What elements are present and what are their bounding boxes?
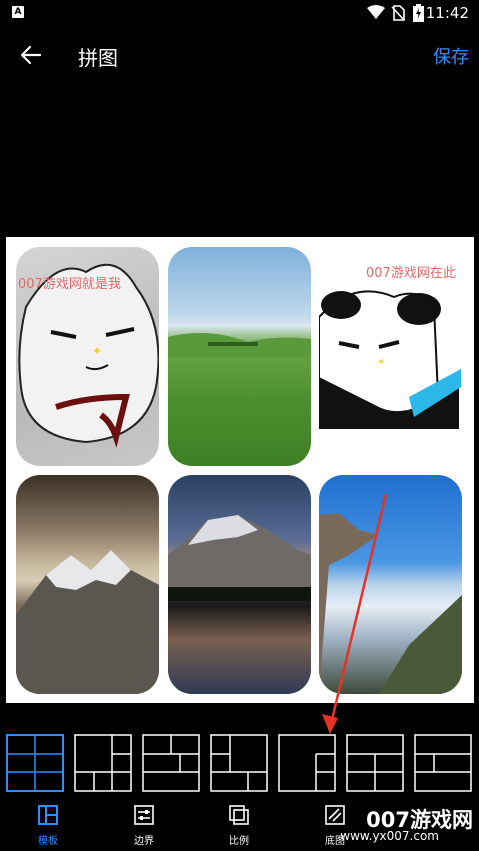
snowy-mountain-image	[16, 550, 159, 694]
nav-label-template: 模板	[38, 836, 58, 847]
annotation-arrow-icon	[322, 493, 388, 734]
template-icon	[38, 805, 58, 825]
svg-text:✦: ✦	[377, 357, 385, 368]
template-option-3[interactable]	[142, 734, 200, 792]
border-icon	[134, 805, 154, 825]
ratio-icon	[229, 805, 249, 825]
save-button[interactable]: 保存	[433, 43, 469, 69]
wifi-icon	[367, 5, 385, 19]
watermark-left: 007游戏网就是我	[18, 277, 121, 292]
nav-item-background[interactable]: 底图	[303, 800, 367, 851]
nav-label-ratio: 比例	[229, 836, 249, 847]
watermark-right: 007游戏网在此	[366, 266, 456, 281]
arrow-left-icon[interactable]	[18, 42, 44, 68]
template-option-1[interactable]	[6, 734, 64, 792]
no-sim-icon	[391, 5, 405, 21]
template-option-5[interactable]	[278, 734, 336, 792]
template-option-7[interactable]	[414, 734, 472, 792]
collage-cell-2[interactable]	[168, 247, 311, 466]
mountain-lake-image	[168, 515, 311, 601]
nav-item-template[interactable]: 模板	[16, 800, 80, 851]
collage-canvas[interactable]: ✦ 007游戏网就是我 ✦ 007游戏网在此	[6, 237, 474, 703]
collage-cell-4[interactable]	[16, 475, 159, 694]
template-option-6[interactable]	[346, 734, 404, 792]
battery-charging-icon	[413, 4, 424, 22]
collage-cell-5[interactable]	[168, 475, 311, 694]
page-title: 拼图	[78, 46, 118, 70]
meadow-image	[168, 333, 311, 357]
template-strip[interactable]	[0, 728, 479, 798]
app-notification-icon: A	[12, 6, 24, 18]
svg-text:✦: ✦	[92, 344, 102, 358]
status-bar: A 11:42	[0, 0, 479, 26]
nav-label-border: 边界	[134, 836, 154, 847]
nav-item-ratio[interactable]: 比例	[207, 800, 271, 851]
site-watermark-url: www.yx007.com	[340, 829, 439, 843]
collage-cell-3[interactable]: ✦ 007游戏网在此	[319, 247, 462, 466]
background-icon	[325, 805, 345, 825]
template-option-2[interactable]	[74, 734, 132, 792]
status-time: 11:42	[425, 4, 469, 22]
nav-item-border[interactable]: 边界	[112, 800, 176, 851]
template-option-4[interactable]	[210, 734, 268, 792]
collage-cell-1[interactable]: ✦ 007游戏网就是我	[16, 247, 159, 466]
